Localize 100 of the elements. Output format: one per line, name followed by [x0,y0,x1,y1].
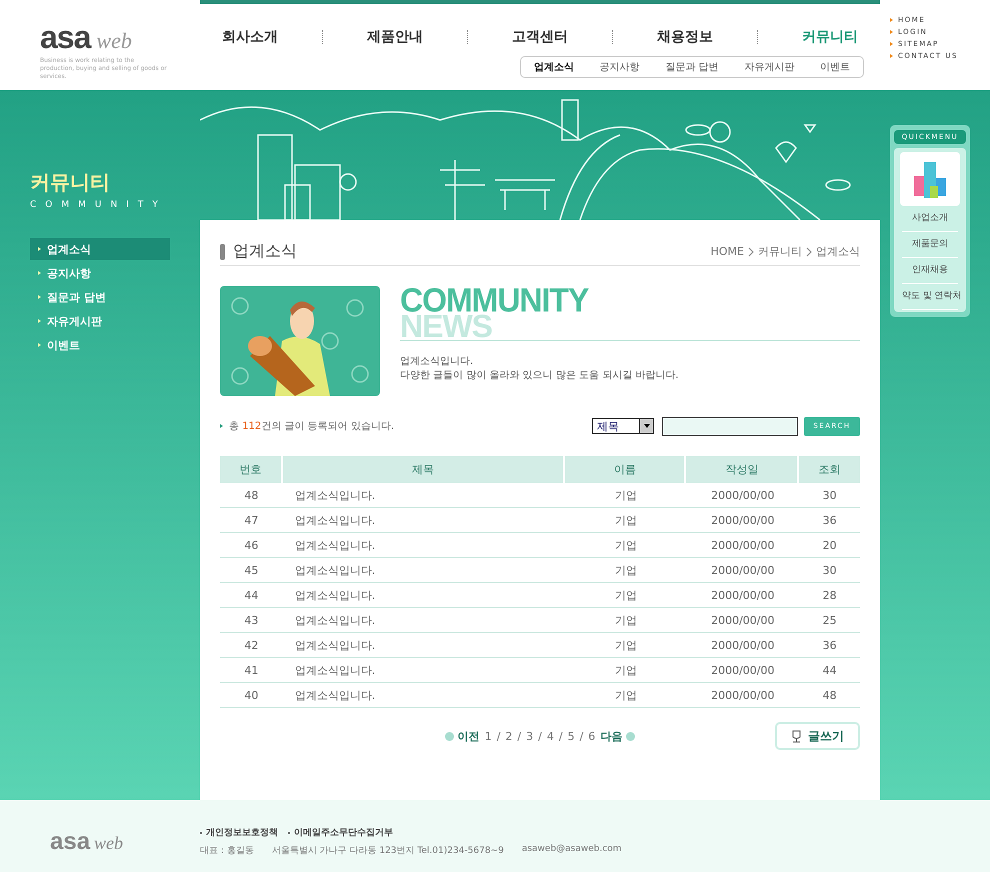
page-separator: / [580,730,584,742]
breadcrumb-link[interactable]: 커뮤니티 [758,244,802,259]
banner-heading: COMMUNITY [400,285,590,315]
page-link[interactable]: 6 [588,730,596,742]
quick-menu-link[interactable]: 약도 및 연락처 [902,284,958,310]
post-title-link[interactable]: 업계소식입니다. [282,508,566,533]
bullet-icon [890,54,893,58]
table-cell: 기업 [565,608,686,633]
page-separator: / [558,730,563,742]
table-cell: 2000/00/00 [686,508,800,533]
page-separator: / [538,730,542,742]
next-link[interactable]: 다음 [600,728,636,744]
quick-menu-link[interactable]: 사업소개 [902,206,958,232]
column-header: 작성일 [686,456,800,483]
table-cell: 2000/00/00 [686,683,800,708]
nav-link[interactable]: 채용정보 [657,28,713,46]
breadcrumb-link[interactable]: 업계소식 [816,244,860,259]
search-field[interactable] [662,416,798,436]
chevron-icon [748,246,754,256]
subnav-link[interactable]: 자유게시판 [744,60,794,74]
table-cell: 47 [220,508,283,533]
nav-link[interactable]: 고객센터 [512,28,568,46]
footer-link[interactable]: 이메일주소무단수집거부 [294,826,393,839]
table-cell: 2000/00/00 [686,533,800,558]
intro-text: 업계소식입니다. [400,355,474,369]
nav-link[interactable]: 회사소개 [222,28,278,46]
prev-link[interactable]: 이전 [444,728,480,744]
page-link[interactable]: 4 [546,730,554,742]
footer-text: asaweb@asaweb.com [522,844,622,856]
post-title-link[interactable]: 업계소식입니다. [282,608,566,633]
quick-menu-link[interactable]: 인재채용 [902,258,958,284]
logo-text[interactable]: asa [40,22,90,52]
nav-link[interactable]: 커뮤니티 [802,28,858,46]
subnav-link[interactable]: 질문과 답변 [665,60,719,74]
post-title-link[interactable]: 업계소식입니다. [282,583,566,608]
post-title-link[interactable]: 업계소식입니다. [282,558,566,583]
banner-subheading: NEWS [400,314,860,341]
table-cell: 기업 [565,683,686,708]
table-cell: 28 [799,583,860,608]
table-cell: 44 [220,583,283,608]
intro-text: 다양한 글들이 많이 올라와 있으니 많은 도움 되시길 바랍니다. [400,369,680,383]
table-cell: 25 [799,608,860,633]
post-title-link[interactable]: 업계소식입니다. [282,633,566,658]
chevron-icon [806,246,812,256]
table-cell: 기업 [565,633,686,658]
footer-logo-text: asa [50,830,90,854]
table-cell: 기업 [565,583,686,608]
table-cell: 기업 [565,658,686,683]
table-cell: 기업 [565,508,686,533]
table-cell: 46 [220,533,283,558]
subnav-link[interactable]: 업계소식 [534,60,574,74]
subnav-link[interactable]: 이벤트 [820,60,850,74]
page-link[interactable]: 5 [568,730,575,742]
page-link[interactable]: 2 [505,730,512,742]
table-cell: 36 [799,633,860,658]
title-marker-icon [220,244,225,260]
table-cell: 30 [799,483,860,508]
table-cell: 42 [220,633,283,658]
page-link[interactable]: 3 [526,730,534,742]
table-cell: 20 [799,533,860,558]
bullet-icon [890,18,893,22]
column-header: 이름 [565,456,686,483]
post-title-link[interactable]: 업계소식입니다. [282,658,566,683]
table-cell: 44 [799,658,860,683]
page-link[interactable]: 1 [484,730,492,742]
column-header: 번호 [220,456,283,483]
subnav-link[interactable]: 공지사항 [600,60,640,74]
table-cell: 2000/00/00 [686,558,800,583]
section-title: 커뮤니티 [30,170,111,194]
post-title-link[interactable]: 업계소식입니다. [282,683,566,708]
page-separator: / [496,730,500,742]
caret-icon [644,424,650,428]
nav-link[interactable]: 제품안내 [367,28,423,46]
section-subtitle: COMMUNITY [30,200,168,210]
footer-text: 대표 : 홍길동 [200,845,254,857]
table-cell: 45 [220,558,283,583]
footer-link[interactable]: 개인정보보호정책 [206,826,278,839]
write-button[interactable]: 글쓰기 [775,722,860,750]
table-cell: 기업 [565,533,686,558]
breadcrumb-link[interactable]: HOME [710,245,744,258]
table-cell: 기업 [565,483,686,508]
bullet-icon [890,30,893,34]
table-cell: 2000/00/00 [686,583,800,608]
footer-logo-text: web [94,833,124,854]
post-count: 총 112건의 글이 등록되어 있습니다. [229,420,394,433]
sidebar-item[interactable]: 업계소식 [30,238,170,260]
table-cell: 2000/00/00 [686,608,800,633]
table-cell: 30 [799,558,860,583]
table-cell: 41 [220,658,283,683]
page-title: 업계소식 [233,241,297,262]
quick-menu-link[interactable]: 제품문의 [902,232,958,258]
post-title-link[interactable]: 업계소식입니다. [282,483,566,508]
table-cell: 48 [799,683,860,708]
post-title-link[interactable]: 업계소식입니다. [282,533,566,558]
table-cell: 43 [220,608,283,633]
footer-text: 서울특별시 가나구 다라동 123번지 Tel.01)234-5678~9 [272,845,504,857]
field-dropdown[interactable]: 제목 [592,418,654,434]
table-cell: 2000/00/00 [686,483,800,508]
table-cell: 2000/00/00 [686,658,800,683]
table-cell: 36 [799,508,860,533]
